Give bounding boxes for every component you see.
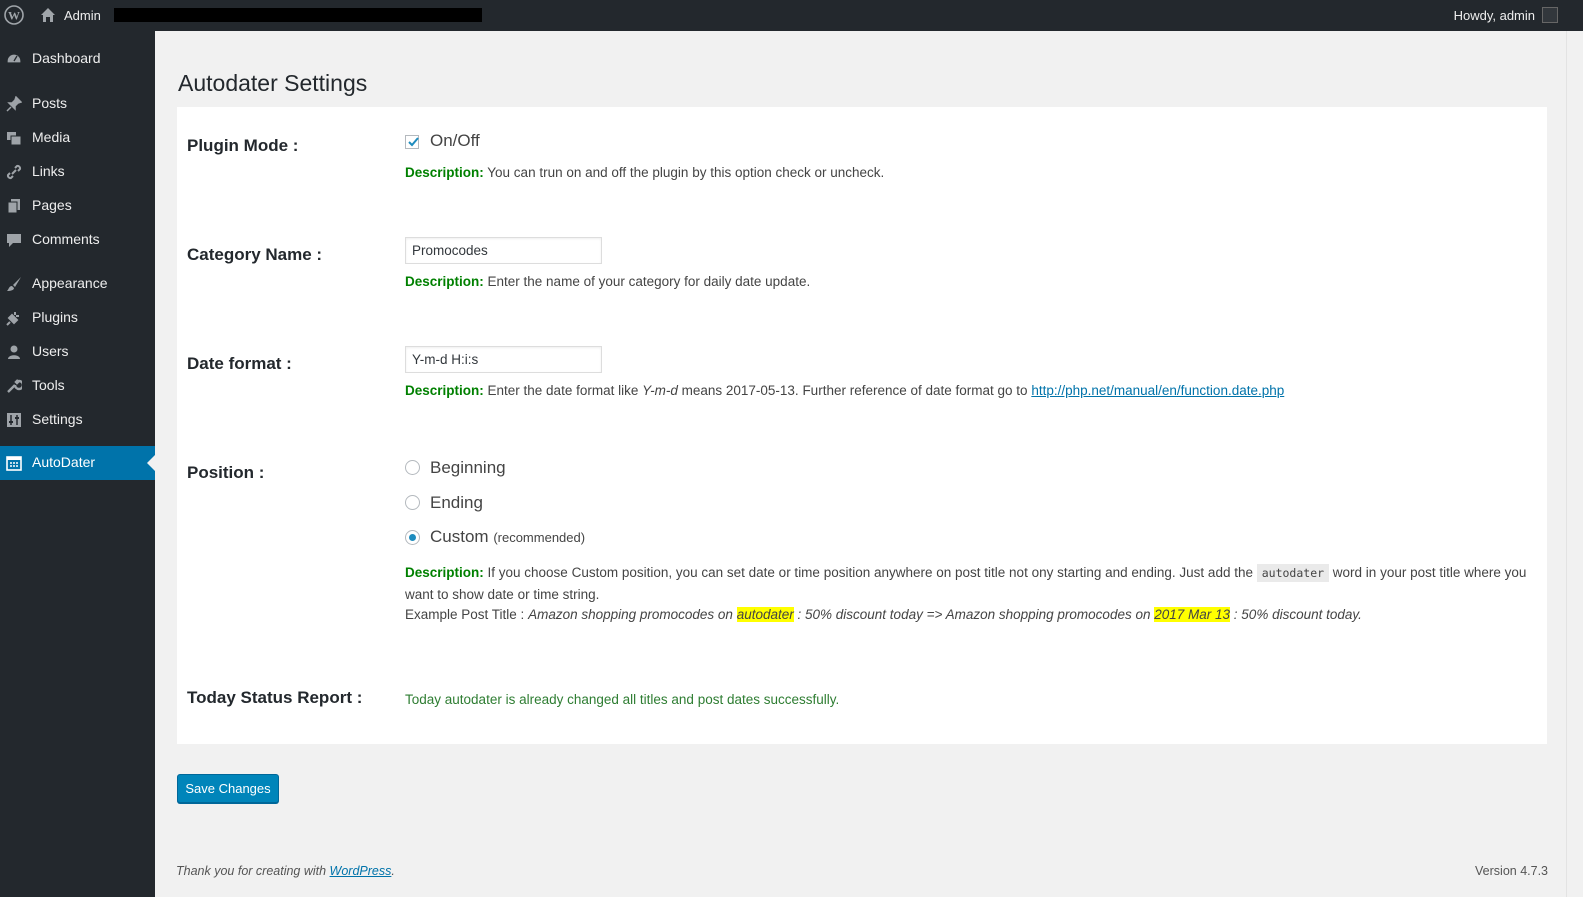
save-changes-button[interactable]: Save Changes (177, 774, 279, 803)
footer-thanks-text: Thank you for creating with (176, 864, 330, 878)
sidebar-item-settings[interactable]: Settings (0, 403, 155, 437)
status-report-label: Today Status Report : (187, 688, 363, 707)
comment-icon (7, 234, 21, 247)
pin-icon (6, 96, 22, 112)
settings-icon (7, 413, 21, 427)
footer-version: Version 4.7.3 (1475, 864, 1548, 878)
sidebar-item-label: Appearance (32, 275, 108, 291)
sidebar-item-autodater[interactable]: AutoDater (0, 446, 155, 480)
plugin-mode-label: Plugin Mode : (187, 136, 299, 155)
example-text: : 50% discount today => Amazon shopping … (793, 607, 1155, 622)
wordpress-link[interactable]: WordPress (330, 864, 392, 878)
sidebar-item-users[interactable]: Users (0, 335, 155, 369)
calendar-icon (6, 456, 22, 471)
wordpress-logo-icon[interactable]: W (4, 5, 24, 25)
sidebar-item-media[interactable]: Media (0, 121, 155, 155)
description-text: means 2017-05-13. Further reference of d… (677, 383, 1032, 398)
position-beginning-label[interactable]: Beginning (430, 458, 506, 478)
user-icon (8, 345, 20, 359)
dashboard-icon (6, 53, 22, 64)
footer-thanks: Thank you for creating with WordPress. (176, 864, 395, 878)
plugin-mode-description: Description: You can trun on and off the… (405, 165, 884, 180)
plugin-mode-checkbox[interactable] (405, 135, 419, 149)
position-label: Position : (187, 463, 265, 482)
avatar[interactable] (1542, 7, 1558, 23)
page-title: Autodater Settings (178, 70, 368, 96)
svg-text:W: W (8, 9, 20, 23)
sidebar-item-label: Media (32, 129, 71, 145)
page-scrollbar[interactable] (1566, 31, 1583, 897)
date-format-label: Date format : (187, 354, 292, 373)
sidebar-item-label: Comments (32, 231, 100, 247)
example-prefix: Example Post Title : (405, 607, 529, 622)
description-text: If you choose Custom position, you can s… (483, 565, 1257, 580)
date-format-description: Description: Enter the date format like … (405, 383, 1284, 398)
pages-icon (7, 199, 20, 214)
admin-sidebar: Dashboard Posts Media Links Pages Commen… (0, 31, 155, 897)
position-beginning-radio[interactable] (405, 460, 420, 475)
category-name-input[interactable] (405, 237, 602, 264)
example-text: Amazon shopping promocodes on (528, 607, 737, 622)
description-prefix: Description: (405, 165, 484, 180)
wrench-icon (7, 379, 22, 393)
sidebar-item-links[interactable]: Links (0, 155, 155, 189)
sidebar-item-label: Tools (32, 377, 65, 393)
plug-icon (6, 312, 19, 326)
admin-bar: W Admin Howdy, admin (0, 0, 1583, 31)
position-description: Description: If you choose Custom positi… (405, 562, 1540, 605)
sidebar-item-label: AutoDater (32, 454, 96, 470)
custom-option-text: Custom (430, 527, 489, 546)
example-post-title: Example Post Title : Amazon shopping pro… (405, 607, 1362, 622)
sidebar-item-label: Links (32, 163, 65, 179)
sidebar-item-label: Settings (32, 411, 83, 427)
howdy-user[interactable]: Howdy, admin (1454, 8, 1535, 23)
category-name-label: Category Name : (187, 245, 323, 264)
status-report-text: Today autodater is already changed all t… (405, 692, 840, 707)
settings-panel (177, 107, 1547, 744)
sidebar-item-comments[interactable]: Comments (0, 223, 155, 257)
example-text: : 50% discount today. (1230, 607, 1362, 622)
description-text: You can trun on and off the plugin by th… (483, 165, 885, 180)
checkmark-icon (408, 137, 419, 147)
footer-period: . (391, 864, 395, 878)
sidebar-item-label: Users (32, 343, 69, 359)
plugin-mode-checkbox-label[interactable]: On/Off (430, 131, 480, 151)
description-prefix: Description: (405, 383, 484, 398)
recommended-note: (recommended) (493, 530, 586, 545)
category-name-description: Description: Enter the name of your cate… (405, 274, 810, 289)
sidebar-item-posts[interactable]: Posts (0, 87, 155, 121)
sidebar-item-plugins[interactable]: Plugins (0, 301, 155, 335)
description-prefix: Description: (405, 565, 484, 580)
php-date-reference-link[interactable]: http://php.net/manual/en/function.date.p… (1031, 383, 1284, 398)
date-format-input[interactable] (405, 346, 602, 373)
position-ending-radio[interactable] (405, 495, 420, 510)
description-text: Enter the date format like (483, 383, 643, 398)
sidebar-item-dashboard[interactable]: Dashboard (0, 42, 155, 76)
sidebar-item-pages[interactable]: Pages (0, 189, 155, 223)
example-highlight-date: 2017 Mar 13 (1154, 607, 1231, 622)
home-icon[interactable] (40, 7, 56, 23)
description-text: Enter the name of your category for dail… (483, 274, 811, 289)
redacted-bar (114, 8, 482, 22)
sidebar-item-appearance[interactable]: Appearance (0, 267, 155, 301)
sidebar-item-label: Dashboard (32, 50, 101, 66)
sidebar-item-label: Pages (32, 197, 72, 213)
media-icon (7, 132, 22, 146)
position-ending-label[interactable]: Ending (430, 493, 483, 513)
description-prefix: Description: (405, 274, 484, 289)
link-icon (6, 164, 22, 180)
date-format-example: Y-m-d (642, 383, 678, 398)
example-highlight-keyword: autodater (736, 607, 794, 622)
sidebar-item-label: Plugins (32, 309, 78, 325)
position-custom-label[interactable]: Custom (recommended) (430, 527, 585, 547)
site-name-link[interactable]: Admin (64, 8, 101, 23)
position-custom-radio[interactable] (405, 530, 420, 545)
autodater-keyword-code: autodater (1256, 564, 1330, 582)
sidebar-item-label: Posts (32, 95, 68, 111)
sidebar-item-tools[interactable]: Tools (0, 369, 155, 403)
brush-icon (7, 277, 21, 291)
